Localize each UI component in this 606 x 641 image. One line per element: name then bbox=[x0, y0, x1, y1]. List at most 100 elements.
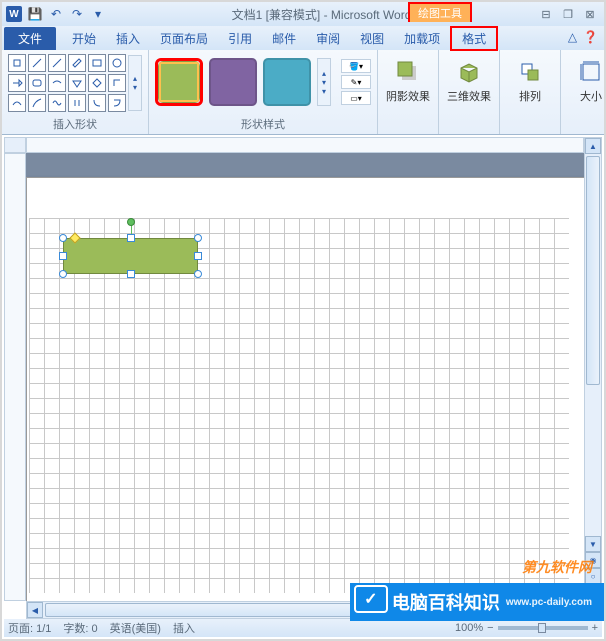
scroll-down-icon[interactable]: ▼ bbox=[585, 536, 601, 552]
tab-file[interactable]: 文件 bbox=[4, 27, 56, 50]
page[interactable] bbox=[26, 177, 584, 601]
save-icon[interactable]: 💾 bbox=[26, 5, 44, 23]
shapes-grid bbox=[8, 54, 126, 112]
shape-cell[interactable] bbox=[108, 74, 126, 92]
zoom-slider-thumb[interactable] bbox=[538, 623, 546, 633]
tab-view[interactable]: 视图 bbox=[350, 27, 394, 50]
shapes-gallery-more[interactable]: ▴▾ bbox=[128, 55, 142, 111]
group-label: 形状样式 bbox=[155, 114, 371, 134]
tab-review[interactable]: 审阅 bbox=[306, 27, 350, 50]
close-button[interactable]: ⊠ bbox=[580, 6, 600, 22]
shape-cell[interactable] bbox=[28, 74, 46, 92]
minimize-button[interactable]: ⊟ bbox=[536, 6, 556, 22]
document-area[interactable] bbox=[26, 153, 584, 601]
scroll-thumb[interactable] bbox=[586, 156, 600, 385]
shape-cell[interactable] bbox=[8, 94, 26, 112]
collapse-ribbon-icon[interactable]: △ bbox=[568, 30, 577, 44]
undo-icon[interactable]: ↶ bbox=[47, 5, 65, 23]
shape-cell[interactable] bbox=[28, 94, 46, 112]
shape-cell[interactable] bbox=[28, 54, 46, 72]
shape-cell[interactable] bbox=[8, 54, 26, 72]
titlebar: W 💾 ↶ ↷ ▾ 文档1 [兼容模式] - Microsoft Word 绘图… bbox=[2, 2, 604, 26]
tab-addins[interactable]: 加载项 bbox=[394, 27, 450, 50]
shape-cell[interactable] bbox=[48, 74, 66, 92]
shape-cell[interactable] bbox=[88, 74, 106, 92]
shape-cell[interactable] bbox=[88, 54, 106, 72]
help-icon[interactable]: ❓ bbox=[583, 30, 598, 44]
ruler-corner bbox=[4, 137, 26, 153]
shape-cell[interactable] bbox=[68, 94, 86, 112]
resize-handle[interactable] bbox=[127, 234, 135, 242]
resize-handle[interactable] bbox=[59, 234, 67, 242]
tab-references[interactable]: 引用 bbox=[218, 27, 262, 50]
resize-handle[interactable] bbox=[59, 270, 67, 278]
shape-cell[interactable] bbox=[68, 54, 86, 72]
group-insert-shapes: ▴▾ 插入形状 bbox=[2, 50, 149, 134]
restore-button[interactable]: ❐ bbox=[558, 6, 578, 22]
shape-style-swatch-green[interactable] bbox=[155, 58, 203, 106]
cube-icon bbox=[453, 56, 485, 88]
zoom-out-button[interactable]: − bbox=[487, 622, 493, 634]
resize-handle[interactable] bbox=[59, 252, 67, 260]
watermark-monitor-icon bbox=[354, 585, 388, 613]
arrange-button[interactable]: 排列 bbox=[506, 54, 554, 106]
shape-cell[interactable] bbox=[48, 94, 66, 112]
watermark-banner: 电脑百科知识 www.pc-daily.com bbox=[350, 583, 604, 621]
scroll-up-icon[interactable]: ▲ bbox=[585, 138, 601, 154]
arrange-icon bbox=[514, 56, 546, 88]
resize-handle[interactable] bbox=[127, 270, 135, 278]
tab-insert[interactable]: 插入 bbox=[106, 27, 150, 50]
shape-cell[interactable] bbox=[88, 94, 106, 112]
size-button[interactable]: 大小 bbox=[567, 54, 606, 106]
shape-cell[interactable] bbox=[108, 54, 126, 72]
status-word-count[interactable]: 字数: 0 bbox=[63, 620, 97, 636]
group-arrange: 排列 bbox=[500, 50, 561, 134]
ribbon-tabs: 文件 开始 插入 页面布局 引用 邮件 审阅 视图 加载项 格式 △ ❓ bbox=[2, 26, 604, 50]
quick-access-toolbar: 💾 ↶ ↷ ▾ bbox=[26, 5, 107, 23]
group-shadow: 阴影效果 bbox=[378, 50, 439, 134]
size-icon bbox=[575, 56, 606, 88]
styles-gallery-more[interactable]: ▴▾▾ bbox=[317, 58, 331, 106]
resize-handle[interactable] bbox=[194, 270, 202, 278]
shape-body[interactable] bbox=[63, 238, 198, 274]
status-page[interactable]: 页面: 1/1 bbox=[8, 620, 51, 636]
shape-style-swatch-teal[interactable] bbox=[263, 58, 311, 106]
shape-cell[interactable] bbox=[68, 74, 86, 92]
status-language[interactable]: 英语(美国) bbox=[110, 620, 161, 636]
selected-shape-rounded-rect[interactable] bbox=[63, 238, 198, 274]
shape-style-swatch-purple[interactable] bbox=[209, 58, 257, 106]
zoom-in-button[interactable]: + bbox=[592, 622, 598, 634]
scroll-left-icon[interactable]: ◀ bbox=[27, 602, 43, 618]
horizontal-ruler[interactable] bbox=[26, 137, 584, 153]
status-insert-mode[interactable]: 插入 bbox=[173, 620, 195, 636]
change-shape-button[interactable]: ▭▾ bbox=[341, 91, 371, 105]
zoom-slider[interactable] bbox=[498, 626, 588, 630]
resize-handle[interactable] bbox=[194, 234, 202, 242]
tab-format[interactable]: 格式 bbox=[450, 26, 498, 51]
shadow-effects-button[interactable]: 阴影效果 bbox=[384, 54, 432, 106]
qat-more-icon[interactable]: ▾ bbox=[89, 5, 107, 23]
redo-icon[interactable]: ↷ bbox=[68, 5, 86, 23]
shape-cell[interactable] bbox=[108, 94, 126, 112]
watermark-text: 第九软件网 bbox=[522, 557, 592, 577]
status-bar: 页面: 1/1 字数: 0 英语(美国) 插入 100% − + bbox=[4, 619, 602, 637]
shape-cell[interactable] bbox=[8, 74, 26, 92]
group-3d: 三维效果 bbox=[439, 50, 500, 134]
vertical-ruler[interactable] bbox=[4, 153, 26, 601]
rotate-handle[interactable] bbox=[127, 218, 135, 226]
zoom-percent[interactable]: 100% bbox=[455, 622, 483, 634]
shape-outline-button[interactable]: ✎▾ bbox=[341, 75, 371, 89]
drawing-tools-context-label: 绘图工具 bbox=[408, 2, 472, 22]
group-shape-styles: ▴▾▾ 🪣▾ ✎▾ ▭▾ 形状样式 bbox=[149, 50, 378, 134]
vertical-scrollbar[interactable]: ▲ ▼ ◉ ○ ◉ bbox=[584, 137, 602, 601]
resize-handle[interactable] bbox=[194, 252, 202, 260]
ribbon: ▴▾ 插入形状 ▴▾▾ 🪣▾ ✎▾ ▭▾ 形状样式 阴影效 bbox=[2, 50, 604, 135]
tab-home[interactable]: 开始 bbox=[62, 27, 106, 50]
group-size: 大小 bbox=[561, 50, 606, 134]
shape-fill-button[interactable]: 🪣▾ bbox=[341, 59, 371, 73]
tab-mailings[interactable]: 邮件 bbox=[262, 27, 306, 50]
tab-page-layout[interactable]: 页面布局 bbox=[150, 27, 218, 50]
word-app-icon: W bbox=[6, 6, 22, 22]
3d-effects-button[interactable]: 三维效果 bbox=[445, 54, 493, 106]
shape-cell[interactable] bbox=[48, 54, 66, 72]
